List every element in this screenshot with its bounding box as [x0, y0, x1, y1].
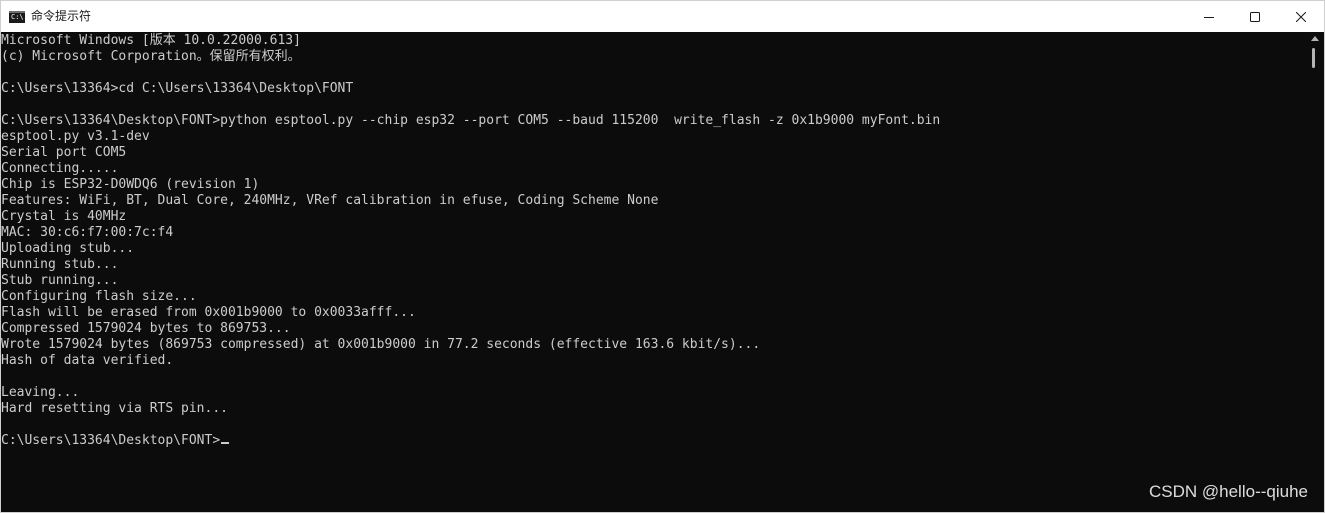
- title-bar[interactable]: C:\ 命令提示符: [1, 1, 1324, 32]
- console-line: Microsoft Windows [版本 10.0.22000.613]: [1, 33, 301, 48]
- console-line: Running stub...: [1, 257, 119, 272]
- console-line: Chip is ESP32-D0WDQ6 (revision 1): [1, 177, 260, 192]
- console-line: Hash of data verified.: [1, 353, 174, 368]
- console-line: Uploading stub...: [1, 241, 135, 256]
- console-line: Hard resetting via RTS pin...: [1, 401, 228, 416]
- console-line: Serial port COM5: [1, 145, 127, 160]
- window-title: 命令提示符: [31, 9, 92, 23]
- console-line: Flash will be erased from 0x001b9000 to …: [1, 305, 416, 320]
- console-line: C:\Users\13364\Desktop\FONT>python espto…: [1, 113, 941, 128]
- console-line: C:\Users\13364\Desktop\FONT>: [1, 433, 1306, 449]
- console-line: Features: WiFi, BT, Dual Core, 240MHz, V…: [1, 193, 659, 208]
- close-icon: [1296, 11, 1306, 22]
- scroll-up-arrow-icon[interactable]: [1311, 36, 1319, 41]
- window-controls: [1186, 1, 1324, 32]
- maximize-button[interactable]: [1232, 1, 1278, 32]
- text-cursor: [221, 442, 230, 444]
- console-line: Leaving...: [1, 385, 80, 400]
- console-line: Crystal is 40MHz: [1, 209, 127, 224]
- console-line: esptool.py v3.1-dev: [1, 129, 150, 144]
- minimize-button[interactable]: [1186, 1, 1232, 32]
- console-line: Configuring flash size...: [1, 289, 197, 304]
- console-line: (c) Microsoft Corporation。保留所有权利。: [1, 49, 301, 64]
- scroll-thumb[interactable]: [1312, 48, 1315, 68]
- console-line: Stub running...: [1, 273, 119, 288]
- console-line: Wrote 1579024 bytes (869753 compressed) …: [1, 337, 761, 352]
- vertical-scrollbar[interactable]: [1306, 32, 1324, 512]
- console-line: C:\Users\13364>cd C:\Users\13364\Desktop…: [1, 81, 354, 96]
- console-line: Compressed 1579024 bytes to 869753...: [1, 321, 291, 336]
- watermark: CSDN @hello--qiuhe: [1149, 482, 1308, 501]
- close-button[interactable]: [1278, 1, 1324, 32]
- cmd-app-icon: C:\: [9, 10, 25, 23]
- minimize-icon: [1204, 16, 1214, 18]
- cmd-app-icon-label: C:\: [11, 12, 24, 21]
- cmd-window: C:\ 命令提示符 Microsoft Windows [版本 10.0.220…: [0, 0, 1325, 513]
- maximize-icon: [1250, 11, 1260, 22]
- console-output[interactable]: Microsoft Windows [版本 10.0.22000.613] (c)…: [1, 32, 1306, 512]
- console-line: Connecting.....: [1, 161, 119, 176]
- console-line: MAC: 30:c6:f7:00:7c:f4: [1, 225, 174, 240]
